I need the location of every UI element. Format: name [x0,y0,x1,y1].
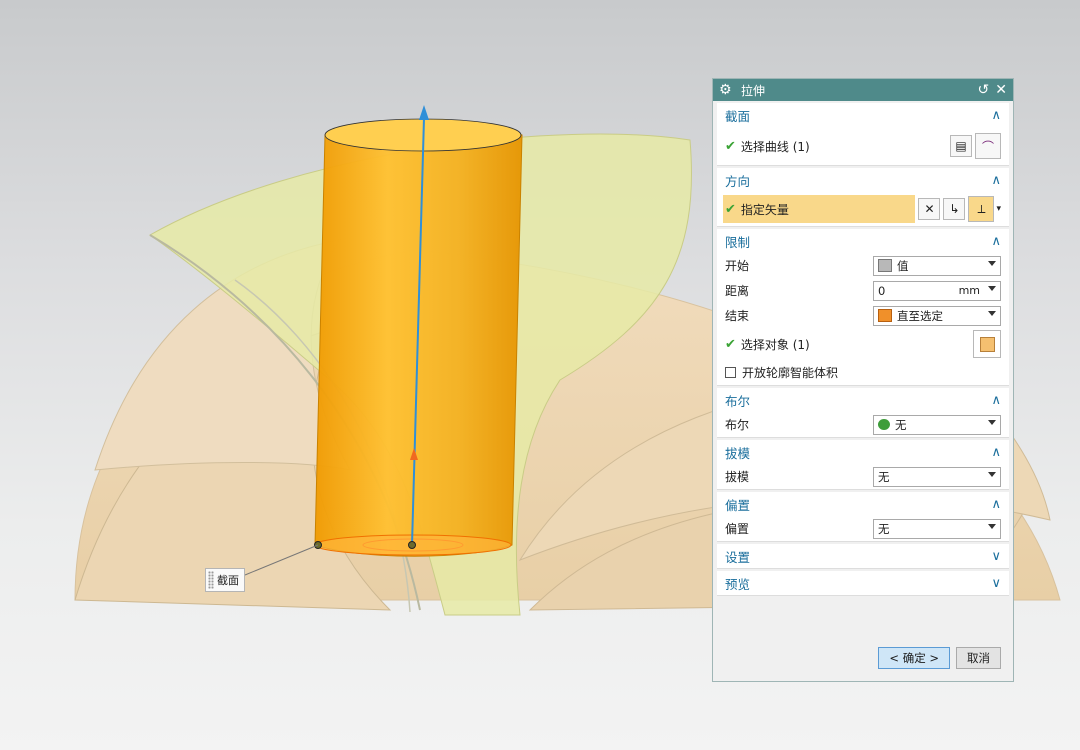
select-curve-row[interactable]: ✔ 选择曲线 (1) ▤ ⌒ [717,127,1009,165]
boolean-value: 无 [895,417,907,432]
solid-body-icon[interactable] [973,330,1001,358]
until-selected-icon [878,309,892,322]
draft-header[interactable]: 拔模 ∧ [717,440,1009,464]
specify-vector-field[interactable]: ✔ 指定矢量 [723,195,916,223]
preview-header-label: 预览 [725,576,751,592]
chevron-down-icon[interactable]: ∨ [991,576,1001,591]
dropdown-arrow-icon [988,419,996,425]
settings-group: 设置 ∨ [717,544,1009,569]
curve-icon[interactable]: ⌒ [975,133,1001,159]
boolean-header-label: 布尔 [725,393,751,409]
offset-group: 偏置 ∧ 偏置 无 [717,492,1009,542]
limits-header-label: 限制 [725,234,751,250]
boolean-row: 布尔 无 [717,412,1009,437]
open-profile-row[interactable]: 开放轮廓智能体积 [717,360,1009,385]
draft-label: 拔模 [725,470,750,484]
callout-label: 截面 [217,574,239,587]
chevron-up-icon[interactable]: ∧ [991,445,1001,460]
check-icon: ✔ [725,201,736,217]
section-header-label: 截面 [725,108,751,124]
open-profile-label: 开放轮廓智能体积 [742,366,839,380]
open-profile-checkbox[interactable] [725,367,736,378]
check-icon: ✔ [725,138,736,154]
select-curve-label: 选择曲线 (1) [740,139,810,154]
boolean-label: 布尔 [725,418,750,432]
gear-icon: ⚙ [719,82,732,98]
specify-vector-label: 指定矢量 [740,202,789,217]
section-header[interactable]: 截面 ∧ [717,103,1009,127]
value-icon [878,259,892,272]
vector-type-icon[interactable]: ⟂ [968,196,995,222]
draft-select[interactable]: 无 [873,466,1001,487]
end-label: 结束 [725,309,750,323]
end-value: 直至选定 [897,308,943,323]
start-row: 开始 值 [717,253,1009,278]
start-label: 开始 [725,259,750,273]
chevron-up-icon[interactable]: ∧ [991,497,1001,512]
boolean-select[interactable]: 无 [873,414,1001,435]
start-select[interactable]: 值 [873,255,1001,276]
offset-select[interactable]: 无 [873,518,1001,539]
distance-unit: mm [958,284,980,297]
direction-header-label: 方向 [725,173,751,189]
dialog-footer: < 确定 > 取消 [713,635,1013,681]
dropdown-arrow-icon [988,523,996,529]
extrude-dialog: ⚙ 拉伸 ↺ ✕ 截面 ∧ ✔ 选择曲线 (1) ▤ ⌒ 方向 ∧ ✔ 指定矢量… [712,78,1014,682]
limits-header[interactable]: 限制 ∧ [717,229,1009,253]
select-object-row[interactable]: ✔ 选择对象 (1) [717,328,1009,360]
preview-header[interactable]: 预览 ∨ [717,571,1009,595]
chevron-down-icon[interactable]: ▾ [996,204,1001,214]
grip-handle-icon[interactable] [208,571,214,589]
start-value: 值 [897,258,909,273]
close-icon[interactable]: ✕ [995,82,1007,98]
limits-group: 限制 ∧ 开始 值 距离 0 mm 结束 直至选定 ✔ 选择对象 (1) 开放轮… [717,229,1009,386]
offset-value: 无 [878,521,890,536]
vector-dialog-icon[interactable]: ↳ [943,198,966,220]
end-row: 结束 直至选定 [717,303,1009,328]
boolean-none-icon [878,419,890,430]
distance-label: 距离 [725,284,750,298]
section-callout[interactable]: 截面 [205,568,245,592]
settings-header[interactable]: 设置 ∨ [717,544,1009,568]
offset-label: 偏置 [725,522,750,536]
offset-row: 偏置 无 [717,516,1009,541]
chevron-up-icon[interactable]: ∧ [991,108,1001,123]
end-select[interactable]: 直至选定 [873,305,1001,326]
preview-group: 预览 ∨ [717,571,1009,596]
dropdown-arrow-icon [988,471,996,477]
select-object-label: 选择对象 (1) [740,337,810,352]
distance-value: 0 [878,283,886,298]
draft-value: 无 [878,469,890,484]
dropdown-arrow-icon [988,260,996,266]
boolean-header[interactable]: 布尔 ∧ [717,388,1009,412]
chevron-up-icon[interactable]: ∧ [991,393,1001,408]
dropdown-arrow-icon [988,285,996,291]
section-group: 截面 ∧ ✔ 选择曲线 (1) ▤ ⌒ [717,103,1009,166]
draft-group: 拔模 ∧ 拔模 无 [717,440,1009,490]
offset-header[interactable]: 偏置 ∧ [717,492,1009,516]
reset-icon[interactable]: ↺ [978,82,990,98]
sketch-section-icon[interactable]: ▤ [950,135,972,157]
ok-button[interactable]: < 确定 > [878,647,950,669]
chevron-up-icon[interactable]: ∧ [991,234,1001,249]
distance-input[interactable]: 0 mm [873,280,1001,301]
check-icon: ✔ [725,336,736,352]
dropdown-arrow-icon [988,310,996,316]
draft-row: 拔模 无 [717,464,1009,489]
direction-header[interactable]: 方向 ∧ [717,168,1009,192]
dialog-title: 拉伸 [741,83,766,98]
draft-header-label: 拔模 [725,445,751,461]
offset-header-label: 偏置 [725,497,751,513]
settings-header-label: 设置 [725,549,751,565]
direction-group: 方向 ∧ ✔ 指定矢量 ✕ ↳ ⟂ ▾ [717,168,1009,227]
dialog-titlebar: ⚙ 拉伸 ↺ ✕ [713,79,1013,101]
chevron-down-icon[interactable]: ∨ [991,549,1001,564]
reverse-direction-icon[interactable]: ✕ [918,198,941,220]
distance-row: 距离 0 mm [717,278,1009,303]
specify-vector-row[interactable]: ✔ 指定矢量 ✕ ↳ ⟂ ▾ [717,192,1009,226]
cancel-button[interactable]: 取消 [956,647,1001,669]
chevron-up-icon[interactable]: ∧ [991,173,1001,188]
boolean-group: 布尔 ∧ 布尔 无 [717,388,1009,438]
